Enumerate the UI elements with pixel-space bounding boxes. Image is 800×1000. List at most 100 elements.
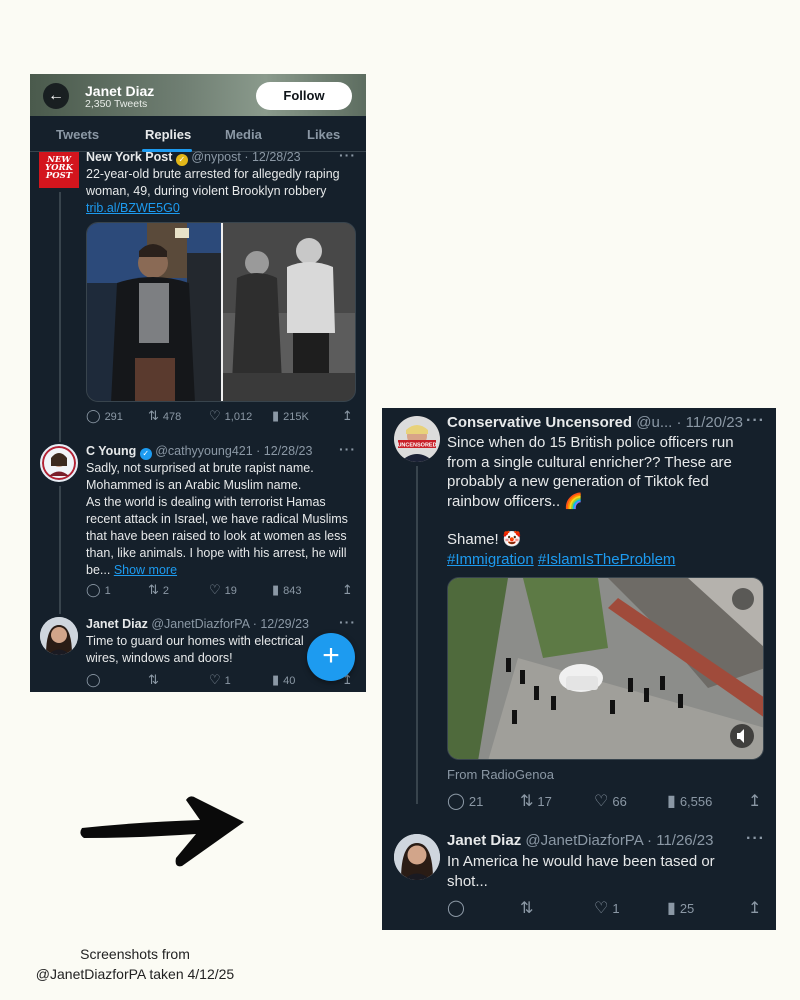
- reply-icon: ◯: [86, 672, 101, 687]
- retweet-button[interactable]: ⇅ 17: [520, 791, 552, 811]
- retweet-icon: ⇅: [520, 900, 534, 917]
- tweet-meta: @u... · 11/20/23: [636, 414, 743, 431]
- tweet-text-2: Shame! 🤡: [447, 531, 522, 548]
- tweet-actions: ◯ 1 ⇅ 2 ♡ 19 ▮ 843 ↥: [86, 582, 356, 598]
- more-options-icon[interactable]: ···: [339, 441, 356, 457]
- more-options-icon[interactable]: ···: [746, 830, 765, 848]
- profile-tabs: Tweets Replies Media Likes: [30, 116, 366, 152]
- screenshot-caption: Screenshots from @JanetDiazforPA taken 4…: [30, 944, 240, 984]
- reply-button[interactable]: ◯: [447, 898, 469, 918]
- heart-icon: ♡: [209, 582, 221, 597]
- more-options-icon[interactable]: ···: [746, 412, 765, 430]
- share-button[interactable]: ↥: [342, 408, 357, 424]
- share-button[interactable]: ↥: [748, 791, 765, 811]
- views-button[interactable]: ▮ 843: [272, 582, 302, 598]
- media-source: From RadioGenoa: [447, 767, 554, 782]
- author-name[interactable]: Conservative Uncensored: [447, 414, 632, 431]
- verified-badge-icon: ✓: [139, 448, 152, 460]
- retweet-button[interactable]: ⇅: [520, 898, 537, 918]
- retweet-button[interactable]: ⇅ 2: [148, 582, 169, 598]
- tweet-link[interactable]: trib.al/BZWE5G0: [86, 200, 180, 217]
- avatar[interactable]: [394, 834, 440, 880]
- views-button[interactable]: ▮ 6,556: [667, 791, 712, 811]
- tweet-actions: ◯ 291 ⇅ 478 ♡ 1,012 ▮ 215K ↥: [86, 408, 356, 424]
- tweet-text: In America he would have been tased or s…: [447, 853, 715, 890]
- compose-button[interactable]: +: [307, 633, 355, 681]
- avatar[interactable]: [40, 617, 78, 655]
- thread-line: [59, 192, 61, 442]
- like-button[interactable]: ♡ 1,012: [209, 408, 252, 424]
- reply-icon: ◯: [447, 900, 465, 917]
- like-button[interactable]: ♡ 66: [594, 791, 627, 811]
- hashtag-immigration[interactable]: #Immigration: [447, 551, 534, 568]
- like-button[interactable]: ♡ 1: [594, 898, 620, 918]
- avatar-label: UNCENSORED: [397, 443, 436, 449]
- heart-icon: ♡: [594, 900, 609, 917]
- share-icon: ↥: [748, 900, 762, 917]
- author-name[interactable]: Janet Diaz: [86, 617, 148, 631]
- tweet-header: Conservative Uncensored @u... · 11/20/23: [447, 414, 743, 431]
- right-screenshot: UNCENSORED Conservative Uncensored @u...…: [382, 408, 776, 930]
- reply-button[interactable]: ◯: [86, 672, 105, 688]
- more-options-icon[interactable]: ···: [339, 147, 356, 163]
- views-icon: ▮: [667, 900, 676, 917]
- like-button[interactable]: ♡ 19: [209, 582, 237, 598]
- profile-name: Janet Diaz: [85, 83, 155, 99]
- views-button[interactable]: ▮ 25: [667, 898, 694, 918]
- views-button[interactable]: ▮ 215K: [272, 408, 309, 424]
- tweet-hashtags: #Immigration #IslamIsTheProblem: [447, 550, 675, 570]
- tweet-actions: ◯ ⇅ ♡ 1 ▮ 25 ↥: [447, 898, 765, 918]
- like-button[interactable]: ♡ 1: [209, 672, 231, 688]
- tweet-count: 2,350 Tweets: [85, 98, 148, 110]
- tab-media[interactable]: Media: [225, 127, 262, 142]
- retweet-icon: ⇅: [148, 582, 159, 597]
- views-button[interactable]: ▮ 40: [272, 672, 295, 688]
- avatar[interactable]: UNCENSORED: [394, 416, 440, 462]
- follow-button[interactable]: Follow: [256, 82, 352, 110]
- author-name[interactable]: Janet Diaz: [447, 832, 521, 849]
- tweet-meta: @cathyyoung421 · 12/28/23: [155, 444, 313, 458]
- tweet-meta: @JanetDiazforPA · 11/26/23: [525, 832, 714, 849]
- views-icon: ▮: [272, 672, 280, 687]
- tweet-text: Since when do 15 British police officers…: [447, 434, 734, 510]
- share-icon: ↥: [342, 408, 353, 423]
- retweet-button[interactable]: ⇅ 478: [148, 408, 181, 424]
- reply-icon: ◯: [86, 408, 101, 423]
- tweet-meta: @nypost · 12/28/23: [191, 150, 301, 164]
- heart-icon: ♡: [209, 408, 221, 423]
- more-options-icon[interactable]: ···: [339, 614, 356, 630]
- avatar[interactable]: [40, 444, 78, 482]
- views-icon: ▮: [667, 793, 676, 810]
- show-more-link[interactable]: Show more: [114, 563, 177, 577]
- reply-button[interactable]: ◯ 21: [447, 791, 483, 811]
- author-name[interactable]: C Young: [86, 444, 136, 458]
- nypost-logo[interactable]: NEW YORK POST: [39, 152, 79, 188]
- left-screenshot: ← Janet Diaz 2,350 Tweets Follow Tweets …: [30, 74, 366, 692]
- share-button[interactable]: ↥: [342, 582, 357, 598]
- tab-tweets[interactable]: Tweets: [56, 127, 99, 142]
- author-name[interactable]: New York Post: [86, 150, 172, 164]
- retweet-button[interactable]: ⇅: [148, 672, 163, 688]
- thread-line: [416, 466, 418, 804]
- tab-replies[interactable]: Replies: [145, 127, 191, 142]
- retweet-icon: ⇅: [148, 408, 159, 423]
- hashtag-islamistheproblem[interactable]: #IslamIsTheProblem: [538, 551, 676, 568]
- profile-header: ← Janet Diaz 2,350 Tweets Follow: [30, 74, 366, 116]
- tab-likes[interactable]: Likes: [307, 127, 340, 142]
- heart-icon: ♡: [209, 672, 221, 687]
- tweet-header: Janet Diaz @JanetDiazforPA · 11/26/23: [447, 832, 713, 849]
- heart-icon: ♡: [594, 793, 609, 810]
- thread-line: [59, 486, 61, 614]
- arrow-icon: [80, 796, 245, 867]
- tweet-media-video[interactable]: [447, 577, 764, 760]
- share-button[interactable]: ↥: [748, 898, 765, 918]
- reply-icon: ◯: [86, 582, 101, 597]
- tweet-media-image[interactable]: [86, 222, 356, 402]
- reply-button[interactable]: ◯ 291: [86, 408, 123, 424]
- tweet-meta: @JanetDiazforPA · 12/29/23: [151, 617, 310, 631]
- share-icon: ↥: [342, 582, 353, 597]
- reply-button[interactable]: ◯ 1: [86, 582, 111, 598]
- tweet-header: C Young ✓ @cathyyoung421 · 12/28/23: [86, 444, 312, 460]
- back-arrow-icon[interactable]: ←: [43, 83, 69, 109]
- caption-line-1: Screenshots from: [80, 946, 190, 962]
